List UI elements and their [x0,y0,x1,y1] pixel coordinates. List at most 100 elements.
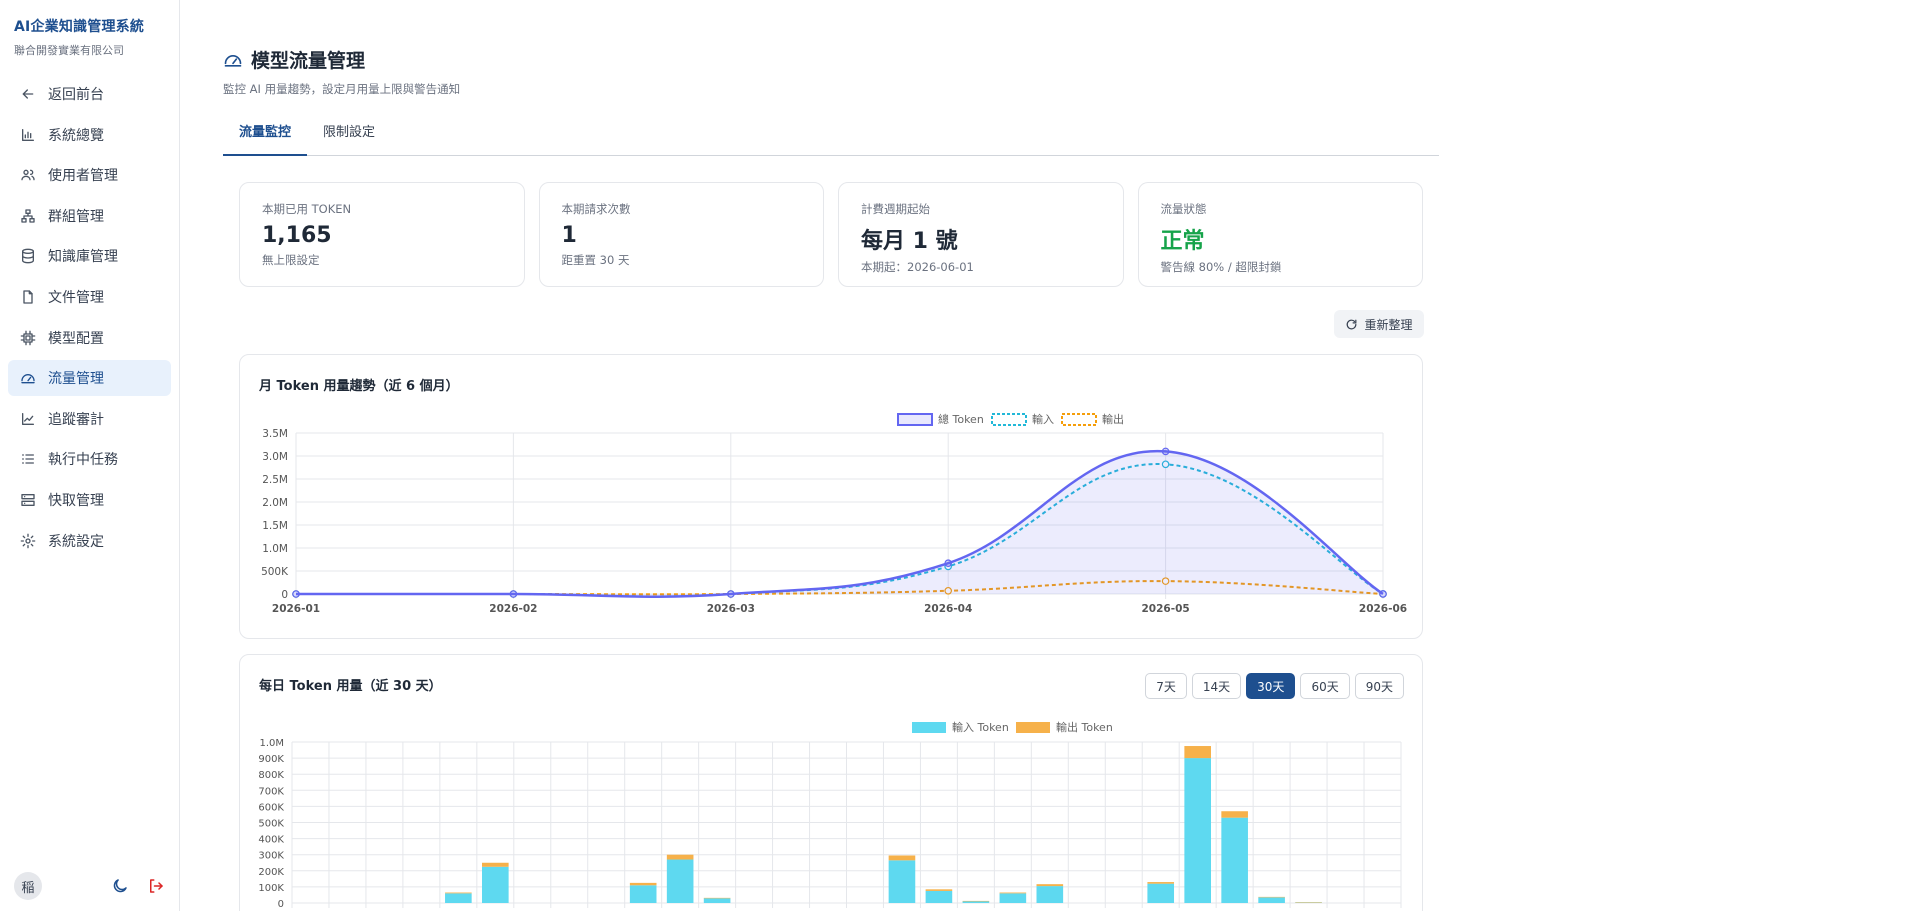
stat-cards: 本期已用 TOKEN 1,165 無上限設定 本期請求次數 1 距重置 30 天… [239,182,1423,287]
app: AI企業知識管理系統 聯合開發實業有限公司 返回前台系統總覽使用者管理群組管理知… [0,0,1920,911]
bar-segment [888,860,916,903]
brand-title[interactable]: AI企業知識管理系統 [14,16,179,36]
page-subtitle: 監控 AI 用量趨勢，設定月用量上限與警告通知 [223,82,461,96]
gauge-icon [223,50,243,70]
bar-segment [482,862,509,867]
legend-label: 輸入 [1032,412,1054,426]
trend-icon [20,411,36,427]
bar-segment [1184,746,1211,759]
sidebar-item-label: 追蹤審計 [48,411,104,428]
tab-traffic-monitor[interactable]: 流量監控 [223,118,308,156]
sidebar: AI企業知識管理系統 聯合開發實業有限公司 返回前台系統總覽使用者管理群組管理知… [0,0,180,911]
sidebar-item-trend[interactable]: 追蹤審計 [8,401,171,437]
legend-label: 輸入 Token [952,720,1009,734]
y-tick-label: 0 [281,589,288,601]
tab-limit-settings[interactable]: 限制設定 [307,118,391,156]
legend-swatch [1016,722,1050,733]
data-point [726,590,735,598]
y-tick-label: 1.5M [262,520,288,532]
x-tick-label: 2026-02 [489,603,537,615]
card-traffic-status: 流量狀態 正常 警告線 80% / 超限封鎖 [1137,182,1423,287]
data-point [509,590,518,598]
legend-label: 輸出 [1102,412,1124,426]
y-tick-label: 400K [258,835,284,846]
card-billing-cycle: 計費週期起始 每月 1 號 本期起：2026-06-01 [838,182,1124,287]
bar-segment [925,889,953,891]
bar-segment [1036,884,1064,887]
page-header: 模型流量管理 監控 AI 用量趨勢，設定月用量上限與警告通知 [223,46,460,97]
sidebar-item-server[interactable]: 快取管理 [8,482,171,518]
bar-segment [1036,886,1064,903]
sidebar-item-label: 模型配置 [48,330,104,347]
bar-segment [482,866,509,903]
list-icon [20,451,36,467]
refresh-button[interactable]: 重新整理 [1334,310,1424,338]
moon-icon[interactable] [111,877,129,895]
legend-swatch [897,413,933,426]
sidebar-item-list[interactable]: 執行中任務 [8,441,171,477]
status-value: 正常 [1160,229,1205,254]
bar-segment [1258,896,1285,898]
legend-swatch [991,413,1027,426]
card-label: 流量狀態 [1160,202,1207,216]
bar-segment [703,897,731,899]
sidebar-item-label: 返回前台 [48,87,104,103]
y-tick-label: 500K [261,566,289,578]
x-tick-label: 2026-04 [924,603,972,615]
bar-segment [1258,897,1285,903]
database-icon [20,248,36,264]
bar-segment [1295,902,1322,903]
sidebar-item-database[interactable]: 知識庫管理 [8,238,171,274]
bar-segment [1147,883,1175,903]
card-value: 1 [561,223,577,248]
monthly-line-chart: 0 500K 1.0M 1.5M 2.0M 2.5M 3.0M 3.5M 2026-01 2026… [261,412,1407,615]
chip-icon [20,330,36,346]
sidebar-item-network[interactable]: 群組管理 [8,198,171,234]
users-icon [20,167,36,183]
y-tick-label: 700K [258,786,284,797]
daily-bar-chart: 0 100K 200K 300K 400K 500K 600K 700K 800K 900K 1.0… [258,720,1402,910]
bar-segment [445,893,472,903]
sidebar-item-label: 系統設定 [48,533,104,550]
sidebar-item-arrow-left[interactable]: 返回前台 [8,76,171,112]
bar-segment [1147,882,1175,884]
y-tick-label: 0 [278,899,284,910]
data-point [1161,447,1170,456]
logout-icon[interactable] [147,877,165,895]
page-title: 模型流量管理 [251,50,366,72]
legend-label: 總 Token [938,412,984,426]
server-icon [20,492,36,508]
legend-swatch [912,722,946,733]
data-point [1379,590,1387,598]
bar-chart-icon [20,127,36,143]
card-label: 本期請求次數 [561,202,631,216]
sidebar-item-label: 執行中任務 [48,452,118,469]
bar-segment [888,855,916,861]
arrow-left-icon [20,86,36,102]
bar-segment [666,854,694,860]
sidebar-item-bar-chart[interactable]: 系統總覽 [8,117,171,153]
sidebar-item-users[interactable]: 使用者管理 [8,157,171,193]
gear-icon [20,533,36,549]
x-tick-label: 2026-05 [1141,603,1189,615]
y-tick-label: 3.0M [262,451,288,463]
bar-segment [1184,758,1211,903]
card-label: 計費週期起始 [861,202,930,216]
card-tokens-used: 本期已用 TOKEN 1,165 無上限設定 [239,182,525,287]
brand: AI企業知識管理系統 聯合開發實業有限公司 [0,0,179,58]
bar-segment [1221,811,1248,818]
bar-segment [445,892,472,894]
avatar[interactable]: 稲 [14,872,42,900]
sidebar-item-chip[interactable]: 模型配置 [8,320,171,356]
sidebar-item-label: 文件管理 [48,289,104,306]
sidebar-item-file[interactable]: 文件管理 [8,279,171,315]
sidebar-item-label: 知識庫管理 [48,249,118,266]
card-request-count: 本期請求次數 1 距重置 30 天 [538,182,824,287]
y-tick-label: 3.5M [262,428,288,440]
bar-segment [666,859,694,903]
brand-subtitle: 聯合開發實業有限公司 [14,44,124,57]
sidebar-item-gear[interactable]: 系統設定 [8,523,171,559]
sidebar-item-gauge[interactable]: 流量管理 [8,360,171,397]
bar-segment [999,892,1027,894]
main-content: 模型流量管理 監控 AI 用量趨勢，設定月用量上限與警告通知 流量監控 限制設定… [180,0,1920,911]
